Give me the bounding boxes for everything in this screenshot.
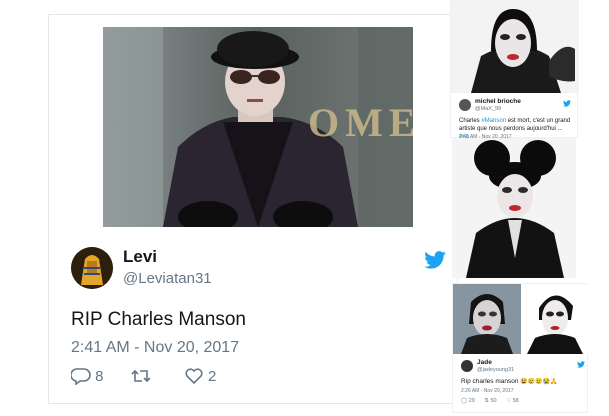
tweet-actions: 8 2	[70, 367, 217, 389]
side-tweet-1-author-handle[interactable]: @MaX_99	[475, 106, 501, 112]
photo-illustration	[453, 284, 521, 354]
side-tweet-2-actions: ◯ 29 ⇅ 50 ♡ 58	[461, 398, 519, 404]
side-tweet-1-card: michel brioche @MaX_99 Charles #Manson e…	[450, 0, 579, 140]
photo-backdrop-text: OMES	[308, 100, 413, 145]
side-photo-2[interactable]	[452, 138, 576, 278]
tweet-timestamp[interactable]: 2:41 AM - Nov 20, 2017	[71, 339, 239, 357]
side-tweet-2-author-name[interactable]: Jade	[477, 359, 492, 366]
like-button[interactable]: 2	[184, 367, 217, 385]
photo-illustration	[521, 284, 589, 354]
author-name[interactable]: Levi	[123, 247, 157, 267]
side-tweet-2-card: Jade @jadeyoung31 Rip charles manson 😫😢😢…	[452, 283, 589, 413]
side-tweet-2-avatar[interactable]	[461, 360, 473, 372]
side-tweet-2-author-handle[interactable]: @jadeyoung31	[477, 367, 514, 373]
side-tweet-2-photo-right[interactable]	[521, 284, 589, 354]
heart-icon: ♡	[506, 398, 512, 404]
twitter-bird-icon[interactable]	[563, 100, 571, 107]
tweet-text: RIP Charles Manson	[71, 309, 246, 330]
retweet-icon	[131, 369, 151, 383]
side-tweet-2-photo-left[interactable]	[453, 284, 521, 354]
retweet-button[interactable]	[130, 367, 152, 385]
side-tweet-2-like-count: 58	[512, 398, 519, 404]
side-tweet-2-text: Rip charles manson 😫😢😢😭🙏	[461, 378, 558, 385]
reply-icon: ◯	[461, 398, 468, 404]
twitter-bird-icon[interactable]	[424, 251, 446, 269]
retweet-icon: ⇅	[484, 398, 489, 404]
side-tweet-2-retweet-button[interactable]: ⇅ 50	[484, 398, 498, 404]
side-tweet-2-reply-button[interactable]: ◯ 29	[461, 398, 476, 404]
author-handle[interactable]: @Leviatan31	[123, 270, 212, 287]
heart-icon	[185, 368, 203, 385]
side-tweet-2-text-body: Rip charles manson	[461, 378, 519, 385]
like-count: 2	[208, 367, 217, 385]
photo-illustration	[452, 138, 576, 278]
side-tweet-2-like-button[interactable]: ♡ 58	[506, 398, 519, 404]
reply-count: 8	[95, 367, 104, 385]
side-tweet-1-author-name[interactable]: michel brioche	[475, 98, 521, 105]
side-tweet-2-retweet-count: 50	[490, 398, 497, 404]
pharaoh-avatar-icon	[71, 247, 113, 289]
side-tweet-2-reply-count: 29	[468, 398, 475, 404]
reply-icon	[70, 368, 91, 386]
reply-button[interactable]: 8	[70, 367, 104, 386]
side-tweet-1-avatar[interactable]	[459, 99, 471, 111]
side-tweet-2-timestamp[interactable]: 2:26 AM - Nov 20, 2017	[461, 388, 514, 394]
avatar[interactable]	[71, 247, 113, 289]
main-tweet-card: OMES Levi @Leviatan31 RIP Charles Manson…	[48, 14, 458, 404]
side-tweet-1-text-before: Charles	[459, 118, 482, 124]
side-tweet-1-photo[interactable]	[451, 1, 579, 93]
main-tweet-photo[interactable]: OMES	[103, 27, 413, 227]
photo-illustration	[451, 1, 579, 93]
twitter-bird-icon[interactable]	[577, 361, 585, 368]
hashtag-manson-link[interactable]: #Manson	[481, 118, 506, 124]
side-tweet-2-emojis: 😫😢😢😭🙏	[520, 379, 558, 385]
